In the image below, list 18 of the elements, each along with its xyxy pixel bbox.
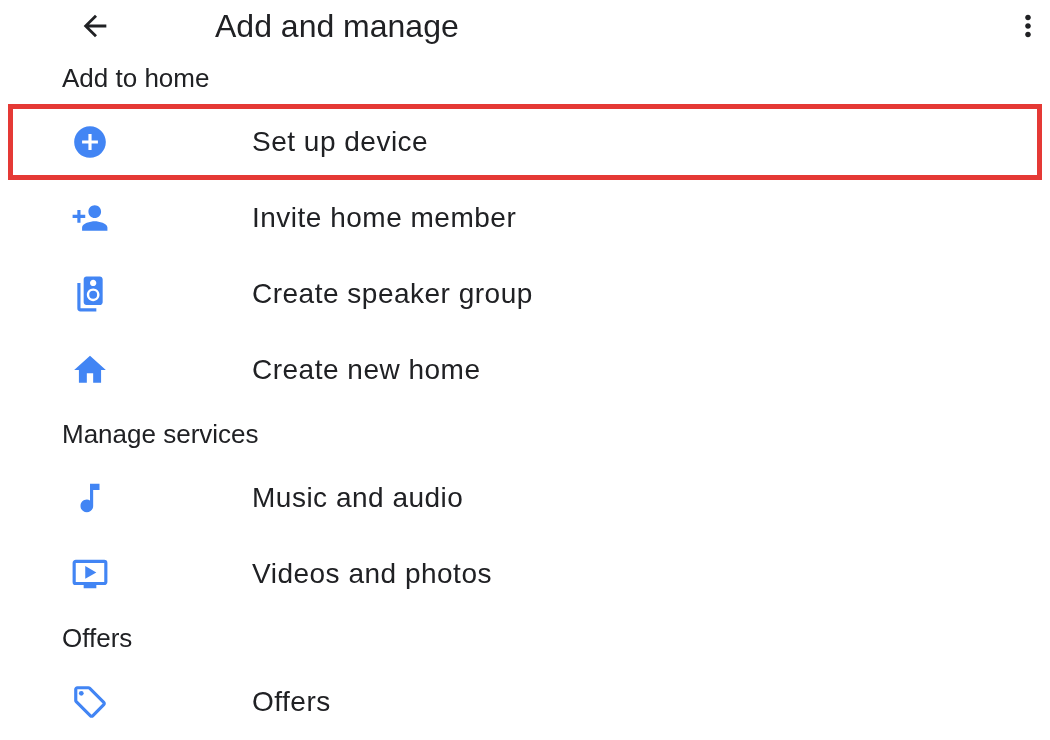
- menu-item[interactable]: Create new home: [8, 332, 1042, 408]
- section-heading: Offers: [62, 621, 133, 655]
- menu-item[interactable]: Music and audio: [8, 460, 1042, 536]
- menu-item-label: Set up device: [252, 125, 429, 159]
- menu-item-label: Videos and photos: [252, 557, 492, 591]
- menu-item[interactable]: Invite home member: [8, 180, 1042, 256]
- menu-item[interactable]: Set up device: [8, 104, 1042, 180]
- menu-item-label: Invite home member: [252, 201, 517, 235]
- page-title: Add and manage: [215, 7, 459, 46]
- section-heading: Manage services: [62, 417, 259, 451]
- section-heading: Add to home: [62, 61, 210, 95]
- menu-item-label: Create new home: [252, 353, 481, 387]
- menu-item[interactable]: Create speaker group: [8, 256, 1042, 332]
- menu-item-label: Create speaker group: [252, 277, 533, 311]
- menu-item-label: Offers: [252, 685, 331, 719]
- menu-item[interactable]: Offers: [8, 664, 1042, 740]
- menu-item[interactable]: Videos and photos: [8, 536, 1042, 612]
- menu-item-label: Music and audio: [252, 481, 464, 515]
